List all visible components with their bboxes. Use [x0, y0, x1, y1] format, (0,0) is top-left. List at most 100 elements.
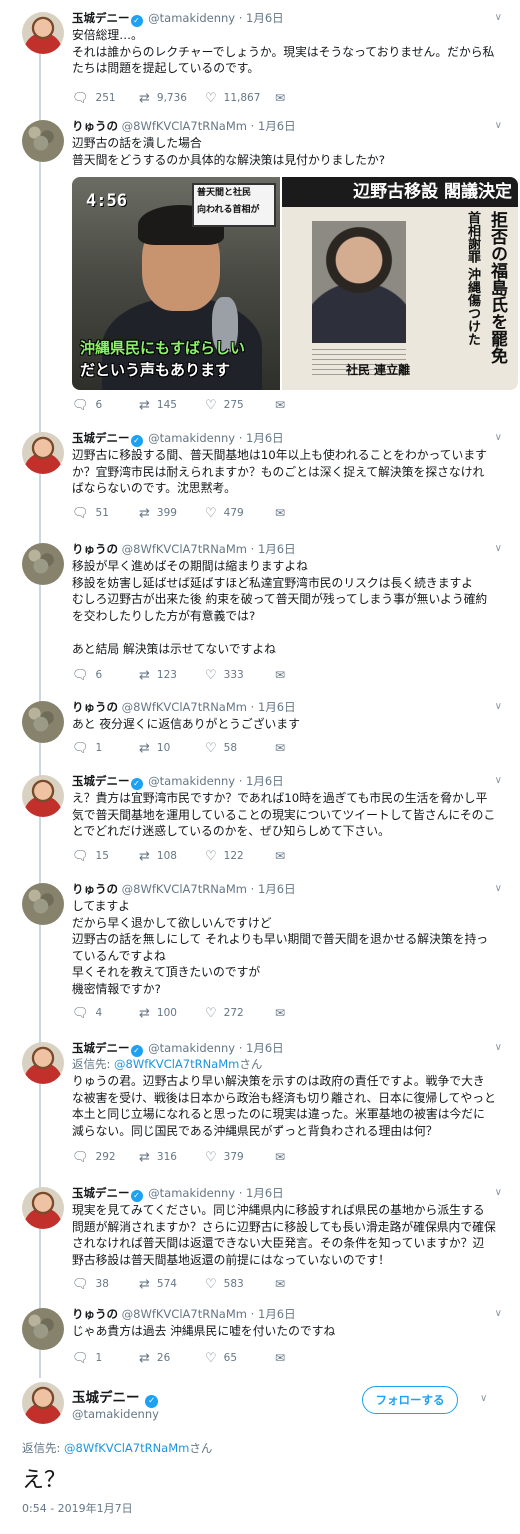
chevron-down-icon[interactable]: ∨ — [495, 541, 502, 557]
tweet-date[interactable]: 1月6日 — [246, 1186, 284, 1200]
reply-button[interactable]: 🗨 6 — [72, 668, 139, 683]
author-name[interactable]: 玉城デニー — [72, 1390, 140, 1406]
author-handle[interactable]: @tamakidenny — [148, 774, 235, 788]
avatar[interactable] — [22, 1042, 64, 1084]
retweet-button[interactable]: ⇄ 10 — [139, 741, 205, 756]
reply-to-handle[interactable]: @8WfKVClA7tRNaMm — [64, 1441, 189, 1455]
author-name[interactable]: 玉城デニー — [72, 1041, 130, 1055]
avatar[interactable] — [22, 701, 64, 743]
like-button[interactable]: ♡ 58 — [205, 741, 275, 756]
tweet-date[interactable]: 1月6日 — [258, 700, 296, 714]
author-name[interactable]: 玉城デニー — [72, 431, 130, 445]
author-handle[interactable]: @8WfKVClA7tRNaMm — [122, 700, 247, 714]
avatar[interactable] — [22, 1382, 64, 1424]
reply-button[interactable]: 🗨 251 — [72, 91, 139, 106]
chevron-down-icon[interactable]: ∨ — [495, 430, 502, 446]
chevron-down-icon[interactable]: ∨ — [495, 1040, 502, 1056]
like-button[interactable]: ♡ 379 — [205, 1150, 275, 1165]
reply-button[interactable]: 🗨 292 — [72, 1150, 139, 1165]
retweet-button[interactable]: ⇄ 574 — [139, 1277, 205, 1292]
author-handle[interactable]: @tamakidenny — [148, 11, 235, 25]
tweet-date[interactable]: 1月6日 — [258, 1307, 296, 1321]
tweet-date[interactable]: 1月6日 — [246, 1041, 284, 1055]
chevron-down-icon[interactable]: ∨ — [495, 881, 502, 897]
retweet-button[interactable]: ⇄ 123 — [139, 668, 205, 683]
author-handle[interactable]: @8WfKVClA7tRNaMm — [122, 119, 247, 133]
reply-button[interactable]: 🗨 1 — [72, 741, 139, 756]
chevron-down-icon[interactable]: ∨ — [495, 118, 502, 134]
dm-button[interactable]: ✉ — [275, 1006, 342, 1020]
like-button[interactable]: ♡ 11,867 — [205, 91, 275, 106]
retweet-button[interactable]: ⇄ 100 — [139, 1006, 205, 1021]
author-handle[interactable]: @8WfKVClA7tRNaMm — [122, 1307, 247, 1321]
like-button[interactable]: ♡ 122 — [205, 849, 275, 864]
author-name[interactable]: 玉城デニー — [72, 1186, 130, 1200]
chevron-down-icon[interactable]: ∨ — [495, 10, 502, 26]
author-handle[interactable]: @tamakidenny — [148, 1186, 235, 1200]
dm-button[interactable]: ✉ — [275, 1277, 342, 1291]
author-name[interactable]: りゅうの — [72, 542, 118, 556]
chevron-down-icon[interactable]: ∨ — [480, 1393, 487, 1404]
reply-button[interactable]: 🗨 1 — [72, 1351, 139, 1366]
reply-button[interactable]: 🗨 15 — [72, 849, 139, 864]
dm-button[interactable]: ✉ — [275, 398, 342, 412]
avatar[interactable] — [22, 1308, 64, 1350]
dm-button[interactable]: ✉ — [275, 506, 342, 520]
media-photo-newspaper[interactable]: 辺野古移設 閣議決定 拒否の福島氏を罷免 首相謝罪 沖縄傷つけた 社民 連立離 — [280, 177, 518, 390]
like-button[interactable]: ♡ 583 — [205, 1277, 275, 1292]
reply-to-handle[interactable]: @8WfKVClA7tRNaMm — [114, 1057, 239, 1071]
retweet-button[interactable]: ⇄ 9,736 — [139, 91, 205, 106]
chevron-down-icon[interactable]: ∨ — [495, 1185, 502, 1201]
retweet-button[interactable]: ⇄ 399 — [139, 506, 205, 521]
tweet-timestamp[interactable]: 0:54 - 2019年1月7日 — [22, 1500, 133, 1516]
avatar[interactable] — [22, 543, 64, 585]
chevron-down-icon[interactable]: ∨ — [495, 1306, 502, 1322]
author-handle[interactable]: @tamakidenny — [148, 431, 235, 445]
reply-button[interactable]: 🗨 6 — [72, 398, 139, 413]
avatar[interactable] — [22, 883, 64, 925]
author-name[interactable]: 玉城デニー — [72, 11, 130, 25]
dm-button[interactable]: ✉ — [275, 91, 342, 105]
dm-button[interactable]: ✉ — [275, 668, 342, 682]
chevron-down-icon[interactable]: ∨ — [495, 699, 502, 715]
chevron-down-icon[interactable]: ∨ — [495, 773, 502, 789]
author-handle[interactable]: @8WfKVClA7tRNaMm — [122, 882, 247, 896]
avatar[interactable] — [22, 432, 64, 474]
tweet-media[interactable]: 4:56 普天間と社民 向われる首相が 沖縄県民にもすばらしい だという声もあり… — [72, 177, 518, 390]
author-name[interactable]: りゅうの — [72, 882, 118, 896]
retweet-button[interactable]: ⇄ 108 — [139, 849, 205, 864]
author-name[interactable]: りゅうの — [72, 1307, 118, 1321]
avatar[interactable] — [22, 120, 64, 162]
tweet-date[interactable]: 1月6日 — [246, 431, 284, 445]
dm-button[interactable]: ✉ — [275, 741, 342, 755]
retweet-button[interactable]: ⇄ 26 — [139, 1351, 205, 1366]
reply-button[interactable]: 🗨 51 — [72, 506, 139, 521]
retweet-button[interactable]: ⇄ 145 — [139, 398, 205, 413]
avatar[interactable] — [22, 1187, 64, 1229]
author-name[interactable]: 玉城デニー — [72, 774, 130, 788]
follow-button[interactable]: フォローする — [362, 1386, 458, 1414]
author-name[interactable]: りゅうの — [72, 700, 118, 714]
like-button[interactable]: ♡ 65 — [205, 1351, 275, 1366]
like-button[interactable]: ♡ 333 — [205, 668, 275, 683]
author-handle[interactable]: @8WfKVClA7tRNaMm — [122, 542, 247, 556]
avatar[interactable] — [22, 12, 64, 54]
like-button[interactable]: ♡ 272 — [205, 1006, 275, 1021]
tweet-date[interactable]: 1月6日 — [246, 11, 284, 25]
tweet-date[interactable]: 1月6日 — [258, 882, 296, 896]
media-photo-tv[interactable]: 4:56 普天間と社民 向われる首相が 沖縄県民にもすばらしい だという声もあり… — [72, 177, 280, 390]
tweet-date[interactable]: 1月6日 — [258, 542, 296, 556]
reply-button[interactable]: 🗨 4 — [72, 1006, 139, 1021]
reply-button[interactable]: 🗨 38 — [72, 1277, 139, 1292]
dm-button[interactable]: ✉ — [275, 1150, 342, 1164]
retweet-button[interactable]: ⇄ 316 — [139, 1150, 205, 1165]
author-handle[interactable]: @tamakidenny — [72, 1407, 159, 1421]
like-button[interactable]: ♡ 479 — [205, 506, 275, 521]
dm-button[interactable]: ✉ — [275, 849, 342, 863]
like-button[interactable]: ♡ 275 — [205, 398, 275, 413]
author-handle[interactable]: @tamakidenny — [148, 1041, 235, 1055]
tweet-date[interactable]: 1月6日 — [258, 119, 296, 133]
tweet-date[interactable]: 1月6日 — [246, 774, 284, 788]
author-name[interactable]: りゅうの — [72, 119, 118, 133]
avatar[interactable] — [22, 775, 64, 817]
